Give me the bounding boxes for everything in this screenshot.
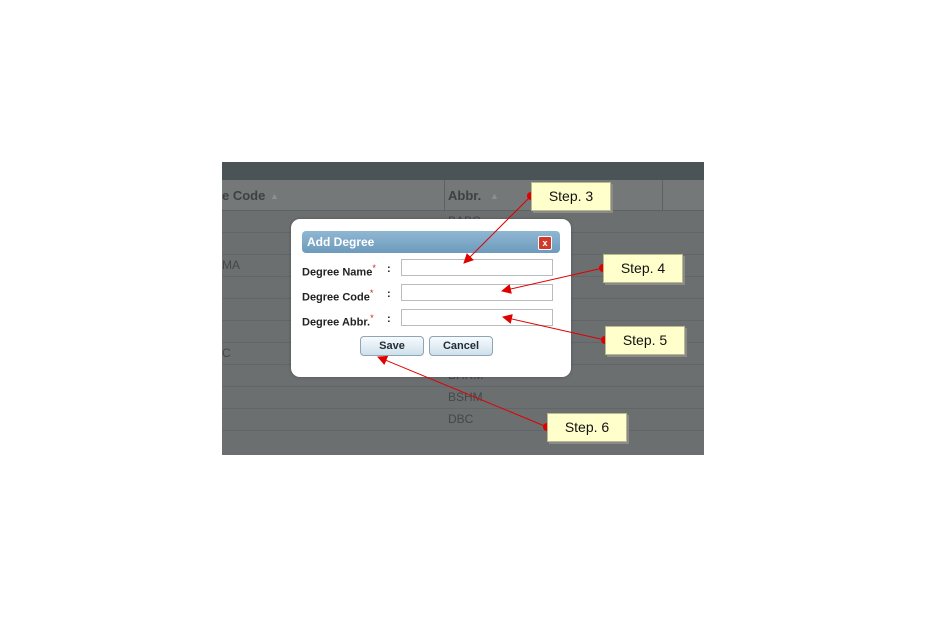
annotation-arrows xyxy=(377,192,609,431)
arrow-step-5 xyxy=(502,314,606,341)
step-4-callout: Step. 4 xyxy=(603,254,683,283)
step-6-callout: Step. 6 xyxy=(547,413,627,442)
arrow-step-4 xyxy=(501,267,604,294)
step-5-callout: Step. 5 xyxy=(605,326,685,355)
step-3-callout: Step. 3 xyxy=(531,182,611,211)
arrow-step-6 xyxy=(377,355,548,428)
arrow-step-3 xyxy=(463,195,532,264)
